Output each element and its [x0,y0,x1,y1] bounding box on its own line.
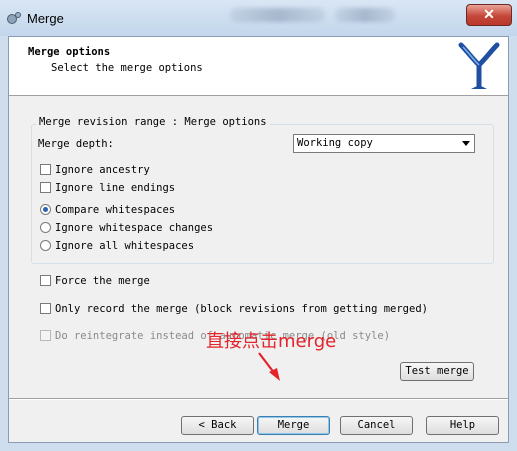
ignore-line-endings-checkbox[interactable] [40,182,51,193]
back-button[interactable]: < Back [181,416,254,435]
reintegrate-checkbox [40,330,51,341]
wizard-header: Merge options Select the merge options [9,37,508,96]
merge-depth-label: Merge depth: [38,138,114,150]
test-merge-button[interactable]: Test merge [400,362,474,381]
ignore-line-endings-label: Ignore line endings [55,182,176,194]
window-title: Merge [27,11,64,26]
force-merge-label: Force the merge [55,275,150,287]
merge-depth-label-text: Merge depth: [38,138,114,150]
ignore-whitespace-changes-label: Ignore whitespace changes [55,222,214,234]
cancel-button[interactable]: Cancel [340,416,413,435]
blurred-path [335,8,395,22]
ignore-all-whitespaces-label: Ignore all whitespaces [55,240,195,252]
merge-button[interactable]: Merge [257,416,330,435]
annotation-arrow-icon [258,352,280,381]
help-button[interactable]: Help [426,416,499,435]
page-title: Merge options [28,46,111,58]
ignore-ancestry-checkbox[interactable] [40,164,51,175]
merge-depth-value: Working copy [297,137,373,149]
group-legend: Merge revision range : Merge options [36,116,270,128]
chevron-down-icon [462,141,470,146]
ignore-ancestry-label: Ignore ancestry [55,164,150,176]
title-bar: Merge ✕ [0,0,517,36]
force-merge-checkbox[interactable] [40,275,51,286]
wizard-client-area: Merge options Select the merge options M… [8,36,509,443]
ignore-all-whitespaces-radio[interactable] [40,240,51,251]
blurred-path [230,8,325,22]
tortoise-app-icon [7,12,21,24]
merge-logo-icon [458,42,500,89]
merge-depth-select[interactable]: Working copy [293,134,475,153]
close-button[interactable]: ✕ [466,4,512,26]
radio-selected-dot [43,207,48,212]
ignore-whitespace-changes-radio[interactable] [40,222,51,233]
only-record-checkbox[interactable] [40,303,51,314]
page-subtitle: Select the merge options [51,62,203,74]
compare-whitespaces-radio[interactable] [40,204,51,215]
only-record-label: Only record the merge (block revisions f… [55,303,428,315]
compare-whitespaces-label: Compare whitespaces [55,204,176,216]
footer-separator [9,398,508,400]
